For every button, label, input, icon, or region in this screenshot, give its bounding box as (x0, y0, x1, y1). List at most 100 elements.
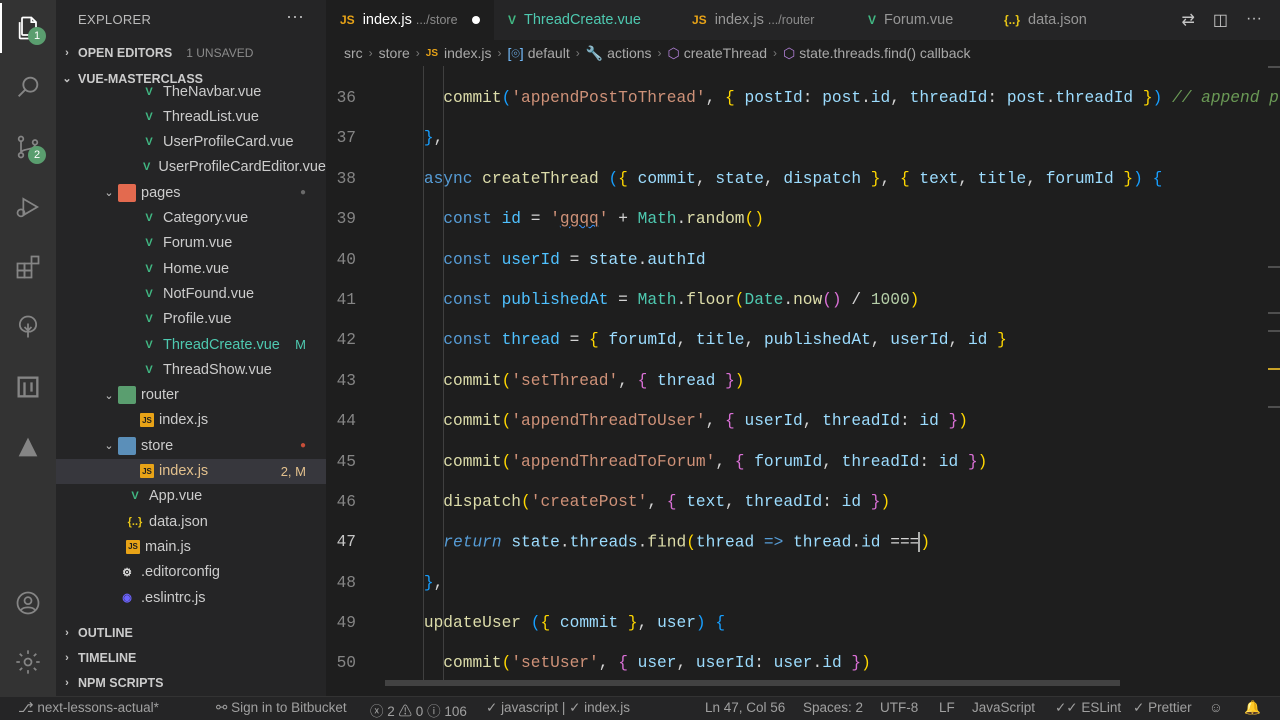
split-editor-icon[interactable]: ◫ (1213, 10, 1228, 30)
tree-item[interactable]: JS index.js 2, M (56, 458, 326, 484)
account-icon[interactable] (0, 578, 56, 628)
tree-item[interactable]: V App.vue (56, 484, 326, 509)
outline-section[interactable]: › OUTLINE (56, 620, 326, 645)
code-line[interactable]: 37 }, (326, 118, 1280, 158)
line-endings[interactable]: LF (939, 700, 955, 715)
run-debug-icon[interactable] (0, 182, 56, 232)
search-icon[interactable] (0, 62, 56, 112)
more-actions-icon[interactable]: ··· (286, 6, 304, 27)
tree-item[interactable]: V UserProfileCard.vue (56, 130, 326, 155)
timeline-section[interactable]: › TIMELINE (56, 645, 326, 670)
tree-item[interactable]: ◉ .eslintrc.js (56, 585, 326, 610)
tree-item[interactable]: V ThreadCreate.vue M (56, 332, 326, 357)
code-line[interactable]: 40 const userId = state.authId (326, 240, 1280, 280)
deploy-icon[interactable] (0, 422, 56, 472)
tree-item[interactable]: ⌄ router (56, 383, 326, 408)
crumb-file[interactable]: index.js (444, 45, 491, 61)
crumb-src[interactable]: src (344, 45, 363, 61)
code-line[interactable]: 45 commit('appendThreadToForum', { forum… (326, 442, 1280, 482)
code-line[interactable]: 38 async createThread ({ commit, state, … (326, 159, 1280, 199)
code-text: return state.threads.find(thread => thre… (443, 532, 931, 552)
chevron-right-icon: › (65, 46, 69, 59)
lang-check-status[interactable]: ✓ javascript | ✓ index.js (486, 700, 630, 716)
crumb-store[interactable]: store (379, 45, 410, 61)
eslint-status[interactable]: ✓✓ ESLint (1055, 700, 1121, 716)
problems-status[interactable]: ⓧ 2 ⚠ 0 ⓘ 106 (370, 700, 467, 720)
tree-item[interactable]: V Home.vue (56, 256, 326, 281)
vue-icon: V (145, 85, 153, 98)
explorer-icon[interactable]: 1 (0, 3, 56, 53)
horizontal-scrollbar[interactable] (385, 680, 1120, 686)
more-icon[interactable]: ··· (1246, 10, 1262, 30)
line-number: 37 (336, 129, 356, 147)
vue-icon: V (131, 490, 139, 503)
code-line[interactable]: 42 const thread = { forumId, title, publ… (326, 320, 1280, 360)
code-text: commit('setUser', { user, userId: user.i… (443, 654, 871, 672)
tab-forum[interactable]: V Forum.vue (854, 0, 990, 40)
remote-explorer-icon[interactable] (0, 362, 56, 412)
tree-item[interactable]: JS index.js (56, 408, 326, 433)
tab-index-store[interactable]: JS index.js .../store (326, 0, 494, 40)
crumb-actions[interactable]: actions (607, 45, 651, 61)
activity-bar: 1 2 (0, 0, 56, 696)
code-line[interactable]: 36 commit('appendPostToThread', { postId… (326, 78, 1280, 118)
cursor-position[interactable]: Ln 47, Col 56 (705, 700, 785, 715)
prettier-status[interactable]: ✓ Prettier (1133, 700, 1192, 716)
chevron-right-icon: › (575, 46, 580, 60)
tree-item[interactable]: V Category.vue (56, 206, 326, 231)
tree-item[interactable]: {..} data.json (56, 509, 326, 534)
tree-item[interactable]: V NotFound.vue (56, 281, 326, 306)
open-editors-section[interactable]: › OPEN EDITORS 1 UNSAVED (56, 40, 326, 65)
line-number: 47 (336, 533, 356, 551)
git-decoration: M (295, 337, 306, 352)
language-mode[interactable]: JavaScript (972, 700, 1035, 715)
tab-index-router[interactable]: JS index.js .../router (678, 0, 854, 40)
tree-item[interactable]: V ThreadList.vue (56, 104, 326, 129)
code-line[interactable]: 49 updateUser ({ commit }, user) { (326, 603, 1280, 643)
notifications-icon[interactable]: 🔔 (1244, 700, 1261, 716)
code-line[interactable]: 39 const id = 'ggqq' + Math.random() (326, 199, 1280, 239)
indentation[interactable]: Spaces: 2 (803, 700, 863, 715)
code-editor[interactable]: 36 commit('appendPostToThread', { postId… (326, 66, 1280, 686)
crumb-create-thread[interactable]: createThread (684, 45, 767, 61)
tree-icon[interactable] (0, 302, 56, 352)
tree-item-label: store (141, 437, 174, 454)
code-line[interactable]: 43 commit('setThread', { thread }) (326, 361, 1280, 401)
tree-item[interactable]: JS main.js (56, 534, 326, 559)
unsaved-dot-icon[interactable] (471, 16, 480, 24)
code-line[interactable]: 46 dispatch('createPost', { text, thread… (326, 482, 1280, 522)
line-number: 42 (336, 331, 356, 349)
tab-data-json[interactable]: {..} data.json (990, 0, 1120, 40)
tree-item[interactable]: ⚙ .editorconfig (56, 560, 326, 585)
code-line[interactable]: 47 return state.threads.find(thread => t… (326, 522, 1280, 562)
crumb-default[interactable]: default (528, 45, 570, 61)
code-line[interactable]: 41 const publishedAt = Math.floor(Date.n… (326, 280, 1280, 320)
compare-icon[interactable]: ⇄ (1181, 10, 1194, 30)
tree-item[interactable]: ⌄ pages ● (56, 180, 326, 205)
crumb-callback[interactable]: state.threads.find() callback (799, 45, 970, 61)
branch-status[interactable]: ⎇ next-lessons-actual* (18, 700, 159, 716)
source-control-icon[interactable]: 2 (0, 122, 56, 172)
bitbucket-status[interactable]: ⚯ Sign in to Bitbucket (216, 700, 347, 716)
gear-icon: ⚙ (122, 566, 132, 579)
tab-threadcreate[interactable]: V ThreadCreate.vue (494, 0, 678, 40)
extensions-icon[interactable] (0, 242, 56, 292)
code-line[interactable]: 44 commit('appendThreadToUser', { userId… (326, 401, 1280, 441)
tab-label: index.js (714, 12, 764, 28)
npm-scripts-section[interactable]: › NPM SCRIPTS (56, 670, 326, 695)
tree-item[interactable]: V TheNavbar.vue (56, 79, 326, 104)
explorer-badge: 1 (28, 27, 46, 45)
feedback-icon[interactable]: ☺ (1209, 700, 1223, 715)
git-decoration: ● (299, 187, 306, 199)
code-line[interactable]: 48 }, (326, 563, 1280, 603)
code-text: commit('appendThreadToForum', { forumId,… (443, 453, 988, 471)
tree-item[interactable]: V Profile.vue (56, 307, 326, 332)
encoding[interactable]: UTF-8 (880, 700, 918, 715)
line-number: 38 (336, 170, 356, 188)
tree-item[interactable]: ⌄ store ● (56, 433, 326, 458)
settings-gear-icon[interactable] (0, 637, 56, 687)
code-line[interactable]: 50 commit('setUser', { user, userId: use… (326, 643, 1280, 683)
tree-item[interactable]: V ThreadShow.vue (56, 357, 326, 382)
tree-item[interactable]: V Forum.vue (56, 231, 326, 256)
tree-item[interactable]: V UserProfileCardEditor.vue (56, 155, 326, 180)
